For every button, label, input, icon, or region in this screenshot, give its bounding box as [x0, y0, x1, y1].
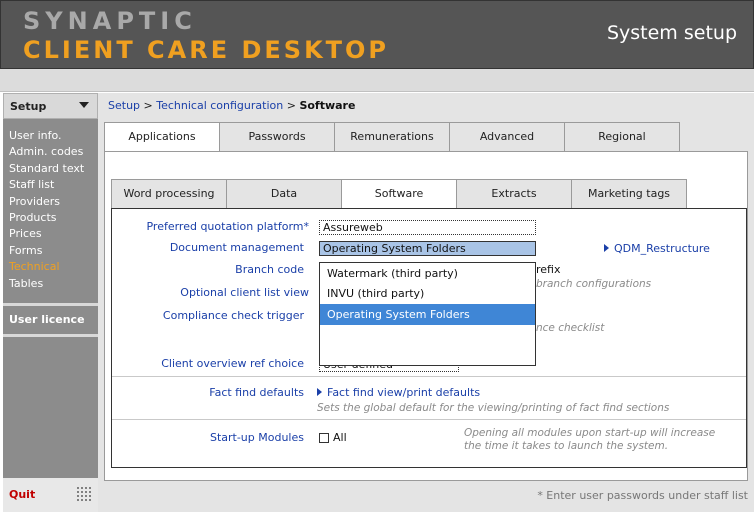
brand-line-1: SYNAPTIC — [23, 7, 197, 35]
breadcrumb-separator: > — [140, 99, 157, 112]
sidebar-item-tables[interactable]: Tables — [9, 277, 84, 293]
play-arrow-icon — [317, 388, 322, 396]
tab-remunerations[interactable]: Remunerations — [334, 122, 450, 152]
client-list-view-label: Optional client list view — [180, 286, 309, 299]
section-divider — [112, 419, 746, 420]
tab-marketing-tags[interactable]: Marketing tags — [571, 179, 687, 209]
sidebar-item-user-info[interactable]: User info. — [9, 129, 84, 145]
startup-all-checkbox[interactable] — [319, 433, 329, 443]
compliance-hint-text: nce checklist — [536, 322, 605, 334]
startup-hint-line-1: Opening all modules upon start-up will i… — [464, 427, 716, 439]
tab-applications[interactable]: Applications — [104, 122, 220, 153]
sidebar-item-products[interactable]: Products — [9, 211, 84, 227]
tab-extracts[interactable]: Extracts — [456, 179, 572, 209]
chevron-down-icon — [79, 102, 89, 108]
breadcrumb-setup[interactable]: Setup — [108, 99, 140, 112]
applications-panel: Word processing Data Software Extracts M… — [104, 151, 748, 481]
quotation-platform-select[interactable]: Assureweb — [319, 220, 536, 235]
app-header: SYNAPTIC CLIENT CARE DESKTOP System setu… — [0, 0, 754, 69]
client-overview-label: Client overview ref choice — [161, 357, 304, 370]
breadcrumb-separator: > — [283, 99, 300, 112]
tab-software[interactable]: Software — [341, 179, 457, 210]
document-management-label: Document management — [169, 241, 304, 254]
brand-line-2: CLIENT CARE DESKTOP — [23, 36, 390, 64]
sidebar-item-admin-codes[interactable]: Admin. codes — [9, 145, 84, 161]
fact-find-hint-text: Sets the global default for the viewing/… — [317, 402, 670, 414]
qdm-restructure-label: QDM_Restructure — [614, 242, 710, 255]
section-divider — [112, 376, 746, 377]
fact-find-defaults-label: Fact find defaults — [209, 386, 304, 399]
sidebar-item-standard-text[interactable]: Standard text — [9, 162, 84, 178]
toolbar-strip — [0, 69, 754, 92]
document-management-select[interactable]: Operating System Folders — [319, 241, 536, 256]
grip-icon[interactable] — [76, 486, 92, 502]
branch-code-label: Branch code — [235, 263, 304, 276]
quotation-platform-label: Preferred quotation platform* — [146, 220, 309, 233]
tab-advanced[interactable]: Advanced — [449, 122, 565, 152]
sidebar-item-prices[interactable]: Prices — [9, 227, 84, 243]
branch-hint-text: branch configurations — [536, 278, 652, 290]
page-title: System setup — [606, 22, 737, 44]
branch-prefix-text: refix — [536, 263, 561, 276]
compliance-check-label: Compliance check trigger — [162, 309, 304, 322]
breadcrumb-current: Software — [299, 99, 356, 112]
fact-find-link-label: Fact find view/print defaults — [327, 386, 481, 399]
quit-button[interactable]: Quit — [9, 488, 35, 501]
dropdown-option-watermark[interactable]: Watermark (third party) — [320, 263, 535, 284]
footnote: * Enter user passwords under staff list — [537, 489, 748, 502]
sidebar-divider — [3, 334, 98, 337]
startup-all-label: All — [333, 431, 347, 444]
breadcrumb-technical-configuration[interactable]: Technical configuration — [156, 99, 283, 112]
software-settings-form: Preferred quotation platform* Assureweb … — [111, 208, 747, 468]
sidebar-divider — [3, 303, 98, 306]
startup-hint-line-2: the time it takes to launch the system. — [464, 440, 669, 452]
tab-passwords[interactable]: Passwords — [219, 122, 335, 152]
sidebar-section-select[interactable]: Setup — [3, 93, 98, 119]
sidebar-section-label: Setup — [10, 100, 47, 113]
play-arrow-icon — [604, 244, 609, 252]
sidebar: Setup User info. Admin. codes Standard t… — [3, 93, 98, 512]
dropdown-option-os-folders[interactable]: Operating System Folders — [320, 304, 535, 325]
sidebar-item-providers[interactable]: Providers — [9, 195, 84, 211]
fact-find-defaults-link[interactable]: Fact find view/print defaults — [317, 386, 480, 399]
tab-data[interactable]: Data — [226, 179, 342, 209]
document-management-dropdown: Watermark (third party) INVU (third part… — [319, 262, 536, 366]
tab-regional[interactable]: Regional — [564, 122, 680, 152]
dropdown-option-invu[interactable]: INVU (third party) — [320, 283, 535, 304]
qdm-restructure-link[interactable]: QDM_Restructure — [604, 242, 710, 255]
startup-modules-label: Start-up Modules — [209, 431, 304, 444]
sidebar-item-technical[interactable]: Technical — [9, 260, 84, 276]
tab-word-processing[interactable]: Word processing — [111, 179, 227, 209]
sidebar-item-staff-list[interactable]: Staff list — [9, 178, 84, 194]
breadcrumb: Setup > Technical configuration > Softwa… — [108, 99, 355, 112]
sidebar-menu: User info. Admin. codes Standard text St… — [9, 129, 84, 293]
sidebar-footer: Quit — [3, 478, 98, 512]
main-content: Setup > Technical configuration > Softwa… — [98, 93, 754, 512]
sidebar-item-forms[interactable]: Forms — [9, 244, 84, 260]
sidebar-item-user-licence[interactable]: User licence — [9, 313, 85, 326]
